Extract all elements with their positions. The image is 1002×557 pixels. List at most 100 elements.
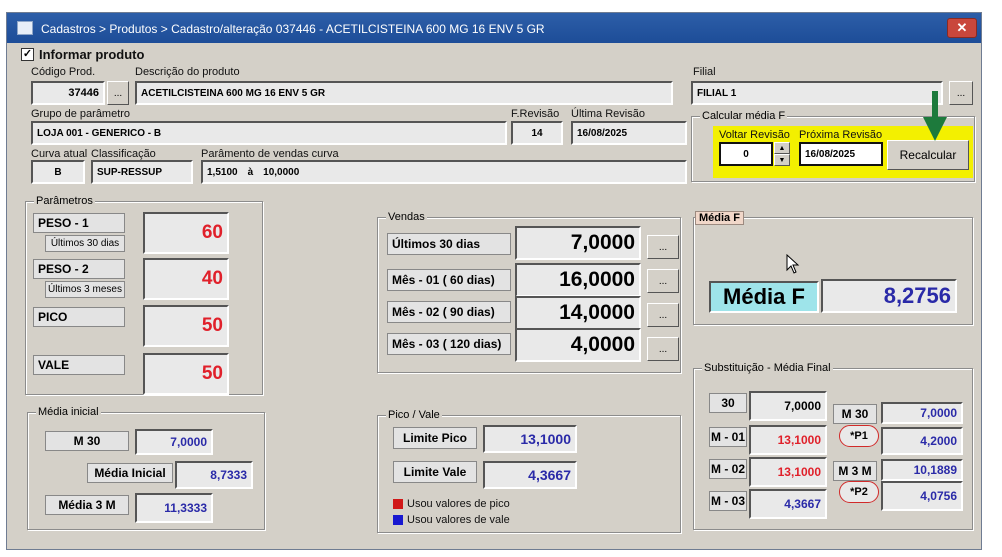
vendas-row-value[interactable]: 14,0000: [515, 296, 641, 330]
limite-pico-label: Limite Pico: [393, 427, 477, 449]
pico-vale-title: Pico / Vale: [386, 409, 442, 421]
vendas-row-label: Mês - 03 ( 120 dias): [387, 333, 511, 355]
app-icon: [17, 21, 33, 35]
curva-label: Curva atual: [31, 148, 88, 160]
peso1-value[interactable]: 60: [143, 212, 229, 254]
sub-rm3m-value[interactable]: 10,1889: [881, 459, 963, 481]
grupo-field[interactable]: LOJA 001 - GENERICO - B: [31, 121, 507, 145]
param-sep: à: [247, 166, 254, 178]
voltar-revisao-label: Voltar Revisão: [719, 129, 790, 141]
vendas-row-label: Últimos 30 dias: [387, 233, 511, 255]
proxima-revisao-label: Próxima Revisão: [799, 129, 883, 141]
codigo-field[interactable]: 37446: [31, 81, 105, 105]
vendas-row-button[interactable]: ...: [647, 235, 679, 259]
voltar-revisao-field[interactable]: 0: [719, 142, 773, 166]
peso2-label: PESO - 2: [33, 259, 125, 279]
vendas-row-value[interactable]: 16,0000: [515, 263, 641, 297]
substituicao-title: Substituição - Média Final: [702, 362, 833, 374]
peso1-label: PESO - 1: [33, 213, 125, 233]
close-button[interactable]: ✕: [947, 18, 977, 38]
vendas-row-value[interactable]: 4,0000: [515, 328, 641, 362]
spin-up-button[interactable]: ▲: [774, 142, 790, 154]
sub-rm30-label: M 30: [833, 404, 877, 424]
recalcular-button[interactable]: Recalcular: [887, 140, 969, 170]
classificacao-label: Classificação: [91, 148, 156, 160]
sub-m03-value[interactable]: 4,3667: [749, 489, 827, 519]
vale-value[interactable]: 50: [143, 353, 229, 395]
pico-legend-label: Usou valores de pico: [407, 498, 510, 510]
parametros-title: Parâmetros: [34, 195, 95, 207]
vale-legend-swatch: [393, 515, 403, 525]
param-curva-label: Parâmento de vendas curva: [201, 148, 339, 160]
informar-produto-label: Informar produto: [39, 47, 145, 62]
filial-field[interactable]: FILIAL 1: [691, 81, 943, 105]
param-from: 1,5100: [207, 166, 238, 178]
peso1-sub: Últimos 30 dias: [45, 235, 125, 252]
calcular-media-title: Calcular média F: [700, 110, 788, 122]
sub-rm3m-label: M 3 M: [833, 461, 877, 481]
pico-label: PICO: [33, 307, 125, 327]
mi-m30-label: M 30: [45, 431, 129, 451]
mi-inicial-value[interactable]: 8,7333: [175, 461, 253, 489]
sub-m02-label: M - 02: [709, 459, 747, 479]
informar-produto-checkbox[interactable]: ✓: [21, 48, 34, 61]
vendas-row-label: Mês - 02 ( 90 dias): [387, 301, 511, 323]
curva-field[interactable]: B: [31, 160, 85, 184]
vendas-row-button[interactable]: ...: [647, 269, 679, 293]
sub-m01-value[interactable]: 13,1000: [749, 425, 827, 455]
green-arrow-icon: [923, 91, 947, 141]
peso2-sub: Últimos 3 meses: [45, 281, 125, 298]
window-title: Cadastros > Produtos > Cadastro/alteraçã…: [41, 22, 545, 36]
sub-p2-value[interactable]: 4,0756: [881, 481, 963, 511]
ultima-revisao-field[interactable]: 16/08/2025: [571, 121, 687, 145]
param-curva-field[interactable]: 1,5100 à 10,0000: [201, 160, 687, 184]
sub-30-value[interactable]: 7,0000: [749, 391, 827, 421]
sub-p1-label: *P1: [839, 425, 879, 447]
mi-3m-label: Média 3 M: [45, 495, 129, 515]
mouse-cursor-icon: [786, 254, 800, 274]
codigo-label: Código Prod.: [31, 66, 96, 78]
codigo-lookup-button[interactable]: ...: [107, 81, 129, 105]
frevisao-label: F.Revisão: [511, 108, 560, 120]
mi-3m-value[interactable]: 11,3333: [135, 493, 213, 523]
main-window: Cadastros > Produtos > Cadastro/alteraçã…: [6, 12, 982, 550]
sub-30-label: 30: [709, 393, 747, 413]
sub-m02-value[interactable]: 13,1000: [749, 457, 827, 487]
vendas-row-button[interactable]: ...: [647, 303, 679, 327]
filial-lookup-button[interactable]: ...: [949, 81, 973, 105]
vendas-row-button[interactable]: ...: [647, 337, 679, 361]
vendas-title: Vendas: [386, 211, 427, 223]
vendas-row-value[interactable]: 7,0000: [515, 226, 641, 260]
sub-m03-label: M - 03: [709, 491, 747, 511]
sub-rm30-value[interactable]: 7,0000: [881, 402, 963, 424]
sub-p2-label: *P2: [839, 481, 879, 503]
sub-m01-label: M - 01: [709, 427, 747, 447]
pico-legend-swatch: [393, 499, 403, 509]
media-f-label: Média F: [709, 281, 819, 313]
spin-down-button[interactable]: ▼: [774, 154, 790, 166]
vale-legend-label: Usou valores de vale: [407, 514, 510, 526]
frevisao-field[interactable]: 14: [511, 121, 563, 145]
grupo-label: Grupo de parâmetro: [31, 108, 131, 120]
descricao-label: Descrição do produto: [135, 66, 240, 78]
vale-label: VALE: [33, 355, 125, 375]
media-f-value[interactable]: 8,2756: [821, 279, 957, 313]
limite-vale-label: Limite Vale: [393, 461, 477, 483]
vendas-row-label: Mês - 01 ( 60 dias): [387, 269, 511, 291]
peso2-value[interactable]: 40: [143, 258, 229, 300]
sub-p1-value[interactable]: 4,2000: [881, 427, 963, 455]
descricao-field[interactable]: ACETILCISTEINA 600 MG 16 ENV 5 GR: [135, 81, 673, 105]
media-f-title: Média F: [695, 211, 744, 225]
pico-value[interactable]: 50: [143, 305, 229, 347]
mi-inicial-label: Média Inicial: [87, 463, 173, 483]
media-inicial-title: Média inicial: [36, 406, 101, 418]
classificacao-field[interactable]: SUP-RESSUP: [91, 160, 193, 184]
limite-pico-value[interactable]: 13,1000: [483, 425, 577, 453]
filial-label: Filial: [693, 66, 716, 78]
limite-vale-value[interactable]: 4,3667: [483, 461, 577, 489]
proxima-revisao-field[interactable]: 16/08/2025: [799, 142, 883, 166]
param-to: 10,0000: [263, 166, 300, 178]
ultima-revisao-label: Última Revisão: [571, 108, 645, 120]
title-bar[interactable]: Cadastros > Produtos > Cadastro/alteraçã…: [7, 13, 981, 43]
mi-m30-value[interactable]: 7,0000: [135, 429, 213, 455]
